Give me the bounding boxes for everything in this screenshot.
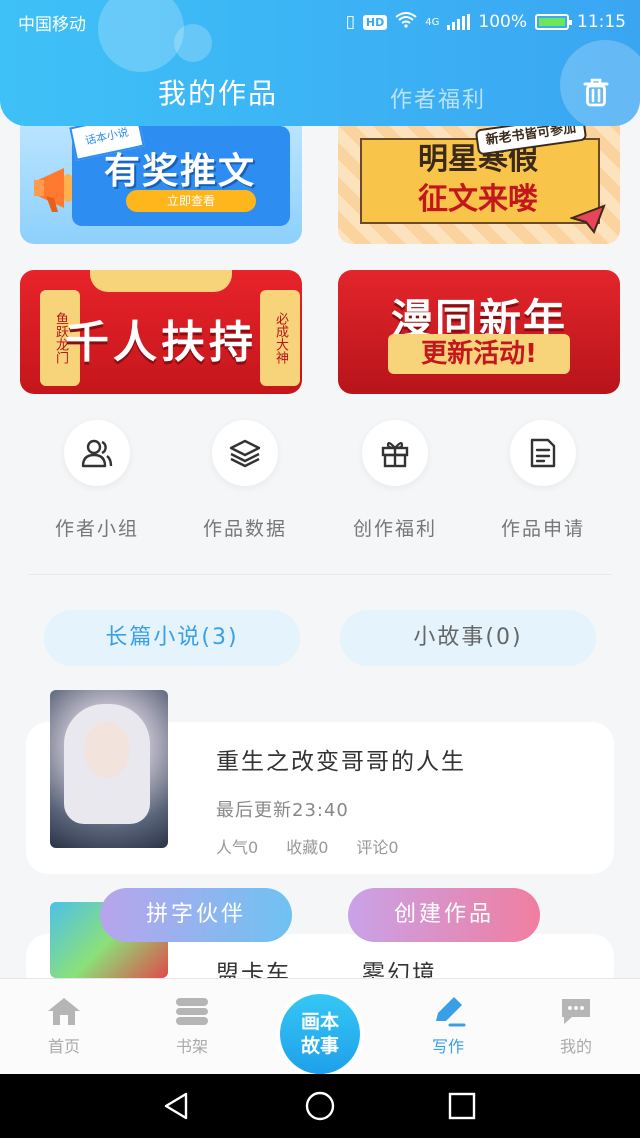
status-right: ▯ HD 4G 100% 11:15 [345,11,626,33]
megaphone-icon [34,168,72,212]
quick-action-author-group[interactable]: 作者小组 [22,420,172,541]
nav-label: 书架 [175,1037,208,1056]
clock: 11:15 [577,12,626,32]
nav-label: 我的 [559,1037,592,1056]
recents-icon[interactable] [446,1090,478,1122]
banner-thousand-support[interactable]: 鱼跃龙门 必成大神 千人扶持 [20,270,302,394]
battery-percent: 100% [478,12,527,32]
work-stats: 人气0 收藏0 评论0 [216,834,399,858]
quick-action-work-apply[interactable]: 作品申请 [468,420,618,541]
nav-home[interactable]: 首页 [24,995,104,1057]
banner-view-button[interactable]: 立即查看 [126,190,256,212]
qa-circle [362,420,428,486]
status-bar: 中国移动 ▯ HD 4G 100% 11:15 [18,10,626,35]
quick-action-work-data[interactable]: 作品数据 [170,420,320,541]
tab-long-novels[interactable]: 长篇小说(3) [44,610,300,666]
work-title: 重生之改变哥哥的人生 [216,749,466,775]
tab-my-works[interactable]: 我的作品 [158,72,278,112]
work-cover[interactable] [50,690,168,848]
tab-author-welfare[interactable]: 作者福利 [390,82,486,114]
home-circle-icon[interactable] [304,1090,336,1122]
banner-top-ornament [90,270,232,292]
banner-title: 有奖推文 [103,151,256,192]
qa-circle [510,420,576,486]
group-icon [81,439,113,468]
signal-icon [447,14,471,30]
tab-short-stories[interactable]: 小故事(0) [340,610,596,666]
system-nav-bar [0,1074,640,1138]
network-label: 4G [425,16,440,28]
nav-label: 写作 [431,1037,464,1056]
document-icon [530,438,556,468]
gift-icon [381,442,409,468]
hd-badge: HD [362,14,388,30]
stat-comments: 评论0 [356,838,399,857]
create-work-button[interactable]: 创建作品 [348,888,540,942]
stat-popularity: 人气0 [216,838,259,857]
qa-label: 作品申请 [500,518,585,540]
banner-title: 千人扶持 [65,317,257,368]
qa-circle [212,420,278,486]
trash-icon[interactable] [582,76,610,108]
banner-title-line2: 征文来喽 [418,182,538,217]
nav-label: 首页 [47,1037,80,1056]
banner-reward-promo[interactable]: 话本小说 有奖推文 立即查看 [20,112,302,244]
bookshelf-icon [174,995,210,1027]
stat-favorites: 收藏0 [286,838,329,857]
nav-bookshelf[interactable]: 书架 [152,995,232,1057]
header-tabs: 我的作品 作者福利 [0,72,640,114]
cover-figure-face [84,722,130,778]
layers-icon [229,439,261,468]
back-icon[interactable] [160,1090,192,1122]
work-updated: 最后更新23:40 [216,800,349,821]
wifi-icon [395,11,417,33]
battery-icon [535,14,572,30]
picture-story-label: 画本 故事 [280,994,360,1074]
header: 中国移动 ▯ HD 4G 100% 11:15 我的作品 作者福利 [0,0,640,126]
banner-new-year-update[interactable]: 漫同新年 更新活动! [338,270,620,394]
home-icon [46,995,82,1027]
pen-icon [430,995,466,1027]
qa-label: 作品数据 [202,518,287,540]
paper-plane-icon [570,204,606,234]
qa-label: 创作福利 [352,518,437,540]
qa-label: 作者小组 [54,518,139,540]
nav-write[interactable]: 写作 [408,995,488,1057]
chat-bubble-icon [558,995,594,1027]
carrier-label: 中国移动 [18,14,86,35]
vibrate-icon: ▯ [345,12,355,32]
center-label-line2: 故事 [300,1035,339,1057]
quick-action-creation-welfare[interactable]: 创作福利 [320,420,470,541]
picture-story-button[interactable]: 画本 故事 [276,990,364,1078]
banner-subtitle: 更新活动! [388,334,570,374]
writing-partner-button[interactable]: 拼字伙伴 [100,888,292,942]
banner-star-winter-contest[interactable]: 明星寒假 征文来喽 新老书皆可参加 [338,112,620,244]
nav-mine[interactable]: 我的 [536,995,616,1057]
qa-circle [64,420,130,486]
center-label-line1: 画本 [300,1011,339,1033]
section-divider [28,574,612,575]
